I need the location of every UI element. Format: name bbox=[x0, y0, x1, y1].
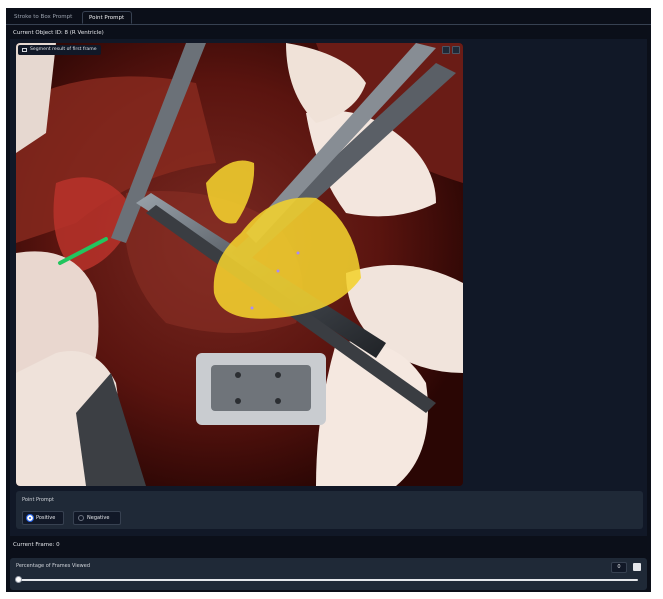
positive-radio[interactable]: Positive bbox=[22, 511, 64, 525]
fullscreen-icon[interactable] bbox=[452, 46, 460, 54]
tab-stroke-to-box-prompt[interactable]: Stroke to Box Prompt bbox=[8, 11, 80, 24]
segmentation-image[interactable]: Segment result of first frame bbox=[16, 43, 463, 486]
image-label: Segment result of first frame bbox=[18, 45, 101, 55]
negative-radio-dot[interactable] bbox=[78, 515, 84, 521]
slider-thumb[interactable] bbox=[15, 576, 22, 583]
slider-value-input[interactable]: 0 bbox=[611, 562, 627, 573]
slider-track[interactable] bbox=[15, 576, 638, 583]
negative-radio[interactable]: Negative bbox=[73, 511, 121, 525]
frames-slider-block: Percentage of Frames Viewed 0 bbox=[10, 558, 647, 590]
slider-label: Percentage of Frames Viewed bbox=[16, 563, 91, 569]
main-panel: Segment result of first frame Point Prom… bbox=[10, 39, 647, 536]
point-prompt-label: Point Prompt bbox=[22, 497, 54, 503]
positive-radio-dot[interactable] bbox=[26, 514, 34, 522]
image-label-text: Segment result of first frame bbox=[30, 47, 97, 52]
tab-bar: Stroke to Box Prompt Point Prompt bbox=[6, 8, 651, 25]
current-object-title: Current Object ID: 8 (R Ventricle) bbox=[13, 30, 104, 36]
point-prompt-block: Point Prompt Positive Negative bbox=[16, 491, 643, 529]
image-icon bbox=[22, 48, 27, 52]
current-frame-text: Current Frame: 0 bbox=[13, 542, 60, 548]
reset-icon[interactable] bbox=[633, 563, 641, 571]
tab-point-prompt[interactable]: Point Prompt bbox=[82, 11, 132, 24]
image-toolbar bbox=[442, 46, 460, 54]
positive-radio-label: Positive bbox=[36, 515, 56, 521]
surgical-frame-image[interactable] bbox=[16, 43, 463, 486]
download-icon[interactable] bbox=[442, 46, 450, 54]
negative-radio-label: Negative bbox=[87, 515, 110, 521]
app-window: Stroke to Box Prompt Point Prompt Curren… bbox=[6, 8, 651, 592]
